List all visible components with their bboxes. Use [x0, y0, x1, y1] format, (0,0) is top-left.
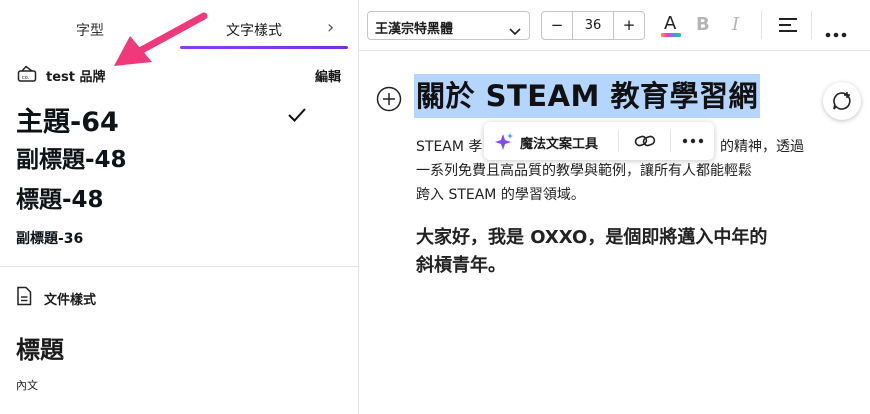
edit-brand-button[interactable]: 編輯: [315, 66, 341, 85]
decrease-font-size-button[interactable]: −: [542, 12, 573, 39]
paragraph-1-line-2: 一系列免費且高品質的教學與範例，讓所有人都能輕鬆: [416, 163, 752, 179]
popup-divider: [670, 130, 671, 152]
paragraph-1-after-popup: 的精神，透過: [720, 139, 804, 155]
text-context-popup: 魔法文案工具: [484, 122, 714, 160]
chevron-right-icon[interactable]: ›: [327, 17, 334, 38]
paragraph-2-line-1: 大家好，我是 OXXO，是個即將邁入中年的: [416, 227, 768, 248]
font-size-stepper: − 36 +: [541, 11, 645, 40]
document-styles-label: 文件樣式: [44, 293, 97, 308]
popup-more-icon[interactable]: [682, 132, 704, 154]
add-element-icon[interactable]: [376, 86, 402, 116]
doc-style-body[interactable]: 內文: [16, 377, 38, 393]
paragraph-1-start: STEAM 孝: [416, 139, 483, 155]
popup-divider: [618, 130, 619, 152]
document-heading[interactable]: 關於 STEAM 教育學習網: [416, 74, 758, 118]
editor-toolbar: 王漢宗特黑體 − 36 + A B I: [359, 0, 870, 51]
increase-font-size-button[interactable]: +: [613, 12, 644, 39]
panel-divider: [0, 266, 358, 267]
annotation-arrow: [100, 10, 212, 78]
tab-text-styles[interactable]: 文字樣式: [226, 20, 282, 40]
style-title-64[interactable]: 主題-64: [16, 100, 119, 139]
magic-write-button[interactable]: 魔法文案工具: [520, 133, 598, 152]
add-comment-button[interactable]: [823, 82, 861, 120]
sparkle-icon: [494, 132, 514, 156]
check-icon: [287, 107, 307, 127]
doc-style-heading[interactable]: 標題: [16, 330, 64, 365]
chevron-down-icon: [509, 21, 521, 40]
style-subtitle-48[interactable]: 副標題-48: [16, 140, 127, 174]
more-options-icon[interactable]: [825, 23, 847, 42]
text-color-button[interactable]: A: [658, 12, 684, 44]
font-size-input[interactable]: 36: [572, 12, 614, 39]
heading-selection[interactable]: 關於 STEAM 教育學習網: [414, 74, 760, 118]
paragraph-2-line-2: 斜槓青年。: [416, 255, 506, 276]
toolbar-divider: [761, 11, 762, 39]
text-color-letter: A: [664, 13, 677, 34]
font-family-value: 王漢宗特黑體: [375, 22, 454, 37]
brand-name: test 品牌: [46, 70, 106, 85]
paragraph-2[interactable]: 大家好，我是 OXXO，是個即將邁入中年的 斜槓青年。: [416, 224, 816, 280]
svg-text:co.: co.: [22, 75, 30, 81]
brand-kit-icon: co.: [17, 65, 37, 87]
paragraph-1-line-3: 跨入 STEAM 的學習領域。: [416, 187, 585, 203]
document-icon: [16, 286, 32, 310]
bold-button[interactable]: B: [696, 14, 710, 35]
style-subtitle-36[interactable]: 副標題-36: [16, 228, 83, 248]
link-icon[interactable]: [634, 133, 656, 153]
comment-plus-icon: [833, 92, 851, 110]
align-left-icon[interactable]: [778, 17, 798, 37]
toolbar-divider: [811, 11, 812, 39]
font-family-select[interactable]: 王漢宗特黑體: [367, 11, 530, 40]
text-styles-panel: 字型 文字樣式 › co. test 品牌 編輯 主題-64 副標題-48 標題…: [0, 0, 359, 414]
italic-button[interactable]: I: [732, 14, 739, 35]
style-heading-48[interactable]: 標題-48: [16, 180, 104, 214]
